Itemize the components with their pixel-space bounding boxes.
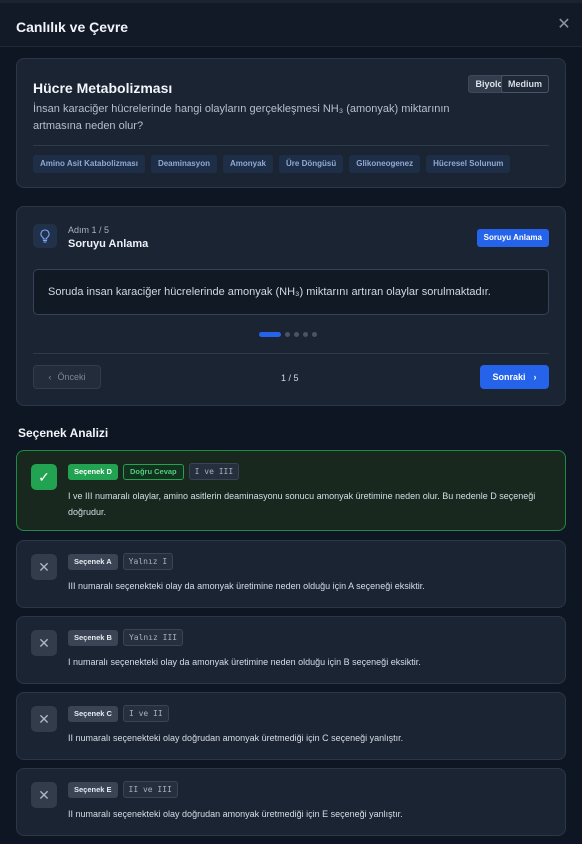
question-title: Hücre Metabolizması — [33, 80, 173, 96]
option-explanation: III numaralı seçenekteki olay da amonyak… — [68, 581, 425, 591]
step-dot[interactable] — [294, 332, 299, 337]
section-title: Seçenek Analizi — [18, 426, 109, 440]
option-card: ✕ Seçenek E II ve III II numaralı seçene… — [16, 768, 566, 836]
divider — [33, 145, 549, 146]
step-dot-active[interactable] — [259, 332, 281, 337]
tag: Üre Döngüsü — [279, 155, 344, 173]
check-icon: ✓ — [31, 464, 57, 490]
option-explanation: I ve III numaralı olaylar, amino asitler… — [68, 491, 536, 517]
modal-title: Canlılık ve Çevre — [16, 19, 129, 35]
tag: Deaminasyon — [150, 155, 217, 173]
option-label: Seçenek D — [68, 463, 118, 480]
next-button[interactable]: Sonraki › — [480, 365, 549, 389]
tag: Amino Asit Katabolizması — [33, 155, 145, 173]
option-code: I ve III — [188, 463, 240, 480]
step-counter: 1 / 5 — [281, 373, 299, 383]
option-label: Seçenek B — [68, 629, 118, 646]
correct-answer-badge: Doğru Cevap — [122, 463, 184, 480]
step-dot[interactable] — [312, 332, 317, 337]
x-icon: ✕ — [31, 782, 57, 808]
step-card: Adım 1 / 5 Soruyu Anlama Soruyu Anlama S… — [16, 206, 566, 406]
close-icon[interactable]: ✕ — [554, 15, 574, 35]
step-pill: Soruyu Anlama — [476, 229, 549, 247]
tag-list: Amino Asit Katabolizması Deaminasyon Amo… — [33, 155, 511, 173]
option-label: Seçenek C — [68, 705, 118, 722]
option-explanation: II numaralı seçenekteki olay doğrudan am… — [68, 733, 404, 743]
step-label: Adım 1 / 5 — [68, 225, 110, 235]
step-content: Soruda insan karaciğer hücrelerinde amon… — [48, 286, 491, 298]
option-explanation: I numaralı seçenekteki olay da amonyak ü… — [68, 657, 421, 667]
chevron-right-icon: › — [533, 372, 537, 382]
option-card: ✓ Seçenek D Doğru Cevap I ve III I ve II… — [16, 450, 566, 531]
difficulty-badge: Medium — [500, 75, 549, 93]
lightbulb-icon — [33, 224, 57, 248]
option-card: ✕ Seçenek B Yalnız III I numaralı seçene… — [16, 616, 566, 684]
question-text: İnsan karaciğer hücrelerinde hangi olayl… — [33, 103, 450, 132]
step-dot[interactable] — [285, 332, 290, 337]
question-card: Hücre Metabolizması Biyoloji Medium İnsa… — [16, 58, 566, 188]
tag: Amonyak — [222, 155, 273, 173]
step-dots — [259, 332, 317, 337]
option-label: Seçenek E — [68, 781, 118, 798]
step-content-box: Soruda insan karaciğer hücrelerinde amon… — [33, 269, 549, 315]
chevron-left-icon: ‹ — [48, 372, 52, 382]
tag: Glikoneogenez — [349, 155, 421, 173]
option-card: ✕ Seçenek A Yalnız I III numaralı seçene… — [16, 540, 566, 608]
previous-label: Önceki — [57, 372, 86, 382]
divider — [33, 353, 549, 354]
x-icon: ✕ — [31, 706, 57, 732]
step-dot[interactable] — [303, 332, 308, 337]
option-code: II ve III — [122, 781, 178, 798]
previous-button[interactable]: ‹ Önceki — [33, 365, 101, 389]
next-label: Sonraki — [492, 372, 526, 382]
option-explanation: II numaralı seçenekteki olay doğrudan am… — [68, 809, 403, 819]
option-code: Yalnız III — [122, 629, 184, 646]
option-code: I ve II — [122, 705, 169, 722]
x-icon: ✕ — [31, 554, 57, 580]
option-card: ✕ Seçenek C I ve II II numaralı seçenekt… — [16, 692, 566, 760]
tag: Hücresel Solunum — [426, 155, 511, 173]
option-code: Yalnız I — [122, 553, 174, 570]
step-title: Soruyu Anlama — [68, 238, 149, 250]
x-icon: ✕ — [31, 630, 57, 656]
modal-header: Canlılık ve Çevre ✕ — [0, 3, 582, 47]
option-label: Seçenek A — [68, 553, 118, 570]
